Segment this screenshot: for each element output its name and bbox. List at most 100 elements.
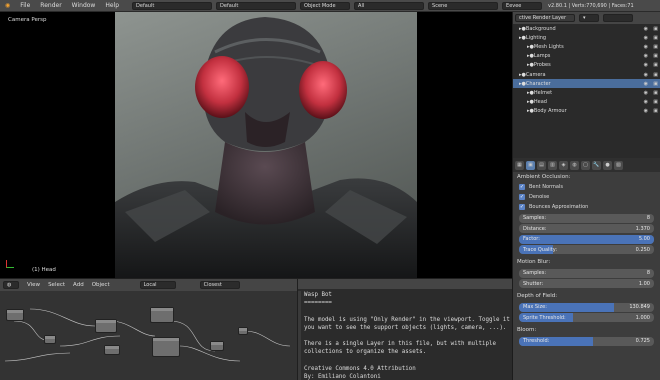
object-tab-icon[interactable]: ▢	[581, 160, 590, 170]
outliner-row[interactable]: ▸ ● Head ◉ ▣	[513, 98, 660, 107]
dof-max-label: Max Size:	[523, 304, 547, 310]
mb-shutter-field[interactable]: Shutter: 1.00	[519, 279, 654, 288]
output-tab-icon[interactable]: ▤	[537, 160, 546, 170]
render-camera-icon[interactable]: ▣	[653, 81, 658, 87]
outliner-row[interactable]: ▸ ● Lamps ◉ ▣	[513, 52, 660, 61]
scene-dropdown[interactable]: Scene	[428, 1, 499, 10]
visibility-eye-icon[interactable]: ◉	[644, 108, 648, 114]
visibility-eye-icon[interactable]: ◉	[644, 72, 648, 78]
stats-text: v2.80.1 | Verts:770,690 | Faces:71	[548, 2, 634, 9]
node-editor[interactable]: ◍ View Select Add Object Local Closest	[0, 278, 297, 380]
outliner-row[interactable]: ▸ ● Camera ◉ ▣	[513, 70, 660, 79]
text-line: The model is using "Only Render" in the …	[304, 316, 512, 323]
render-camera-icon[interactable]: ▣	[653, 62, 658, 68]
visibility-eye-icon[interactable]: ◉	[644, 99, 648, 105]
render-camera-icon[interactable]: ▣	[653, 72, 658, 78]
editor-type-dropdown[interactable]: ◍	[3, 281, 19, 289]
node[interactable]	[238, 327, 248, 335]
ao-samples-field[interactable]: Samples: 8	[519, 213, 654, 223]
modifier-tab-icon[interactable]: 🔧	[592, 160, 601, 170]
visibility-eye-icon[interactable]: ◉	[644, 62, 648, 68]
render-camera-icon[interactable]: ▣	[653, 90, 658, 96]
space-dropdown[interactable]: Local	[139, 281, 176, 289]
render-camera-icon[interactable]: ▣	[653, 26, 658, 32]
menu-file[interactable]: File	[15, 2, 35, 9]
outliner-row[interactable]: ▸ ● Probes ◉ ▣	[513, 61, 660, 70]
outliner-search-input[interactable]	[603, 14, 633, 22]
visibility-eye-icon[interactable]: ◉	[644, 53, 648, 59]
outliner-row[interactable]: ▸ ● Lighting ◉ ▣	[513, 33, 660, 42]
scene-layout-dropdown[interactable]: Default	[216, 1, 297, 10]
node[interactable]	[152, 337, 180, 357]
node[interactable]	[150, 307, 174, 323]
tool-tab-icon[interactable]: ▦	[515, 160, 524, 170]
node[interactable]	[95, 319, 117, 333]
render-camera-icon[interactable]: ▣	[653, 108, 658, 114]
mb-samples-value: 8	[646, 270, 650, 276]
outliner-row-label: Helmet	[533, 89, 553, 96]
visibility-eye-icon[interactable]: ◉	[644, 26, 648, 32]
engine-dropdown[interactable]: Eevee	[502, 1, 543, 10]
menu-render[interactable]: Render	[35, 2, 66, 9]
material-tab-icon[interactable]: ●	[603, 160, 612, 170]
text-line: Wasp Bot	[304, 292, 332, 298]
ao-trace-quality-slider[interactable]: Trace Quality: 0.250	[519, 245, 654, 254]
node[interactable]	[44, 335, 56, 344]
node[interactable]	[210, 341, 224, 351]
render-camera-icon[interactable]: ▣	[653, 44, 658, 50]
outliner-row[interactable]: ▸ ● Mesh Lights ◉ ▣	[513, 42, 660, 51]
mb-shutter-label: Shutter:	[523, 280, 544, 287]
dof-max-value: 130.849	[629, 304, 650, 310]
menu-view[interactable]: View	[23, 282, 44, 288]
visibility-eye-icon[interactable]: ◉	[644, 81, 648, 87]
render-camera-icon[interactable]: ▣	[653, 99, 658, 105]
text-line: There is a single Layer in this file, bu…	[304, 341, 496, 348]
snap-mode-dropdown[interactable]: Closest	[199, 281, 240, 289]
dof-max-size-slider[interactable]: Max Size: 130.849	[519, 302, 654, 312]
outliner-row-label: Body Armour	[533, 108, 567, 115]
properties-panel: ▦ ▣ ▤ ▥ ◈ ◍ ▢ 🔧 ● ▧ Ambient Occlusion: ✓…	[512, 158, 660, 380]
motion-blur-title: Motion Blur:	[517, 259, 551, 265]
render-camera-icon[interactable]: ▣	[653, 53, 658, 59]
outliner-row[interactable]: ▸ ● Body Armour ◉ ▣	[513, 107, 660, 116]
render-tab-icon[interactable]: ▣	[526, 160, 535, 170]
menu-select[interactable]: Select	[44, 282, 69, 288]
outliner-filter-dropdown[interactable]: ▾	[579, 14, 599, 22]
node[interactable]	[6, 309, 24, 321]
bent-normals-checkbox[interactable]: ✓ Bent Normals	[513, 182, 660, 192]
outliner-row[interactable]: ▸ ● Character ◉ ▣	[513, 79, 660, 89]
render-layer-dropdown[interactable]: ctive Render Layer	[515, 14, 575, 22]
screen-layout-dropdown[interactable]: Default	[132, 1, 213, 10]
menu-window[interactable]: Window	[67, 2, 101, 9]
blender-logo-icon[interactable]: ◉	[0, 2, 15, 9]
visibility-eye-icon[interactable]: ◉	[644, 44, 648, 50]
outliner-row-label: Mesh Lights	[533, 43, 564, 50]
render-camera-icon[interactable]: ▣	[653, 35, 658, 41]
mode-dropdown[interactable]: Object Mode	[300, 1, 351, 10]
filter-dropdown[interactable]: All	[354, 1, 425, 10]
text-editor[interactable]: Wasp Bot ======== The model is using "Onl…	[297, 278, 512, 380]
visibility-eye-icon[interactable]: ◉	[644, 35, 648, 41]
node[interactable]	[104, 345, 120, 355]
world-tab-icon[interactable]: ◍	[570, 160, 579, 170]
text-editor-content[interactable]: Wasp Bot ======== The model is using "Onl…	[304, 291, 510, 380]
scene-tab-icon[interactable]: ◈	[559, 160, 568, 170]
menu-help[interactable]: Help	[100, 2, 124, 9]
dof-sprite-threshold-slider[interactable]: Sprite Threshold: 1.000	[519, 313, 654, 322]
outliner-row[interactable]: ▸ ● Helmet ◉ ▣	[513, 88, 660, 97]
menu-add[interactable]: Add	[69, 282, 88, 288]
denoise-checkbox[interactable]: ✓ Denoise	[513, 192, 660, 202]
bloom-threshold-slider[interactable]: Threshold: 0.725	[519, 336, 654, 346]
outliner-row-label: Character	[525, 80, 551, 87]
visibility-eye-icon[interactable]: ◉	[644, 90, 648, 96]
outliner-row[interactable]: ▸ ● Background ◉ ▣	[513, 24, 660, 33]
ao-factor-slider[interactable]: Factor: 5.00	[519, 234, 654, 244]
view-layer-tab-icon[interactable]: ▥	[548, 160, 557, 170]
menu-object[interactable]: Object	[88, 282, 114, 288]
ao-distance-field[interactable]: Distance: 1.370	[519, 224, 654, 233]
outliner-tree: ▸ ● Background ◉ ▣ ▸ ● Lighting ◉ ▣ ▸ ● Mesh L…	[513, 24, 660, 116]
mb-samples-field[interactable]: Samples: 8	[519, 268, 654, 278]
bounces-checkbox[interactable]: ✓ Bounces Approximation	[513, 202, 660, 212]
dof-sprite-value: 1.000	[635, 314, 650, 321]
texture-tab-icon[interactable]: ▧	[614, 160, 623, 170]
